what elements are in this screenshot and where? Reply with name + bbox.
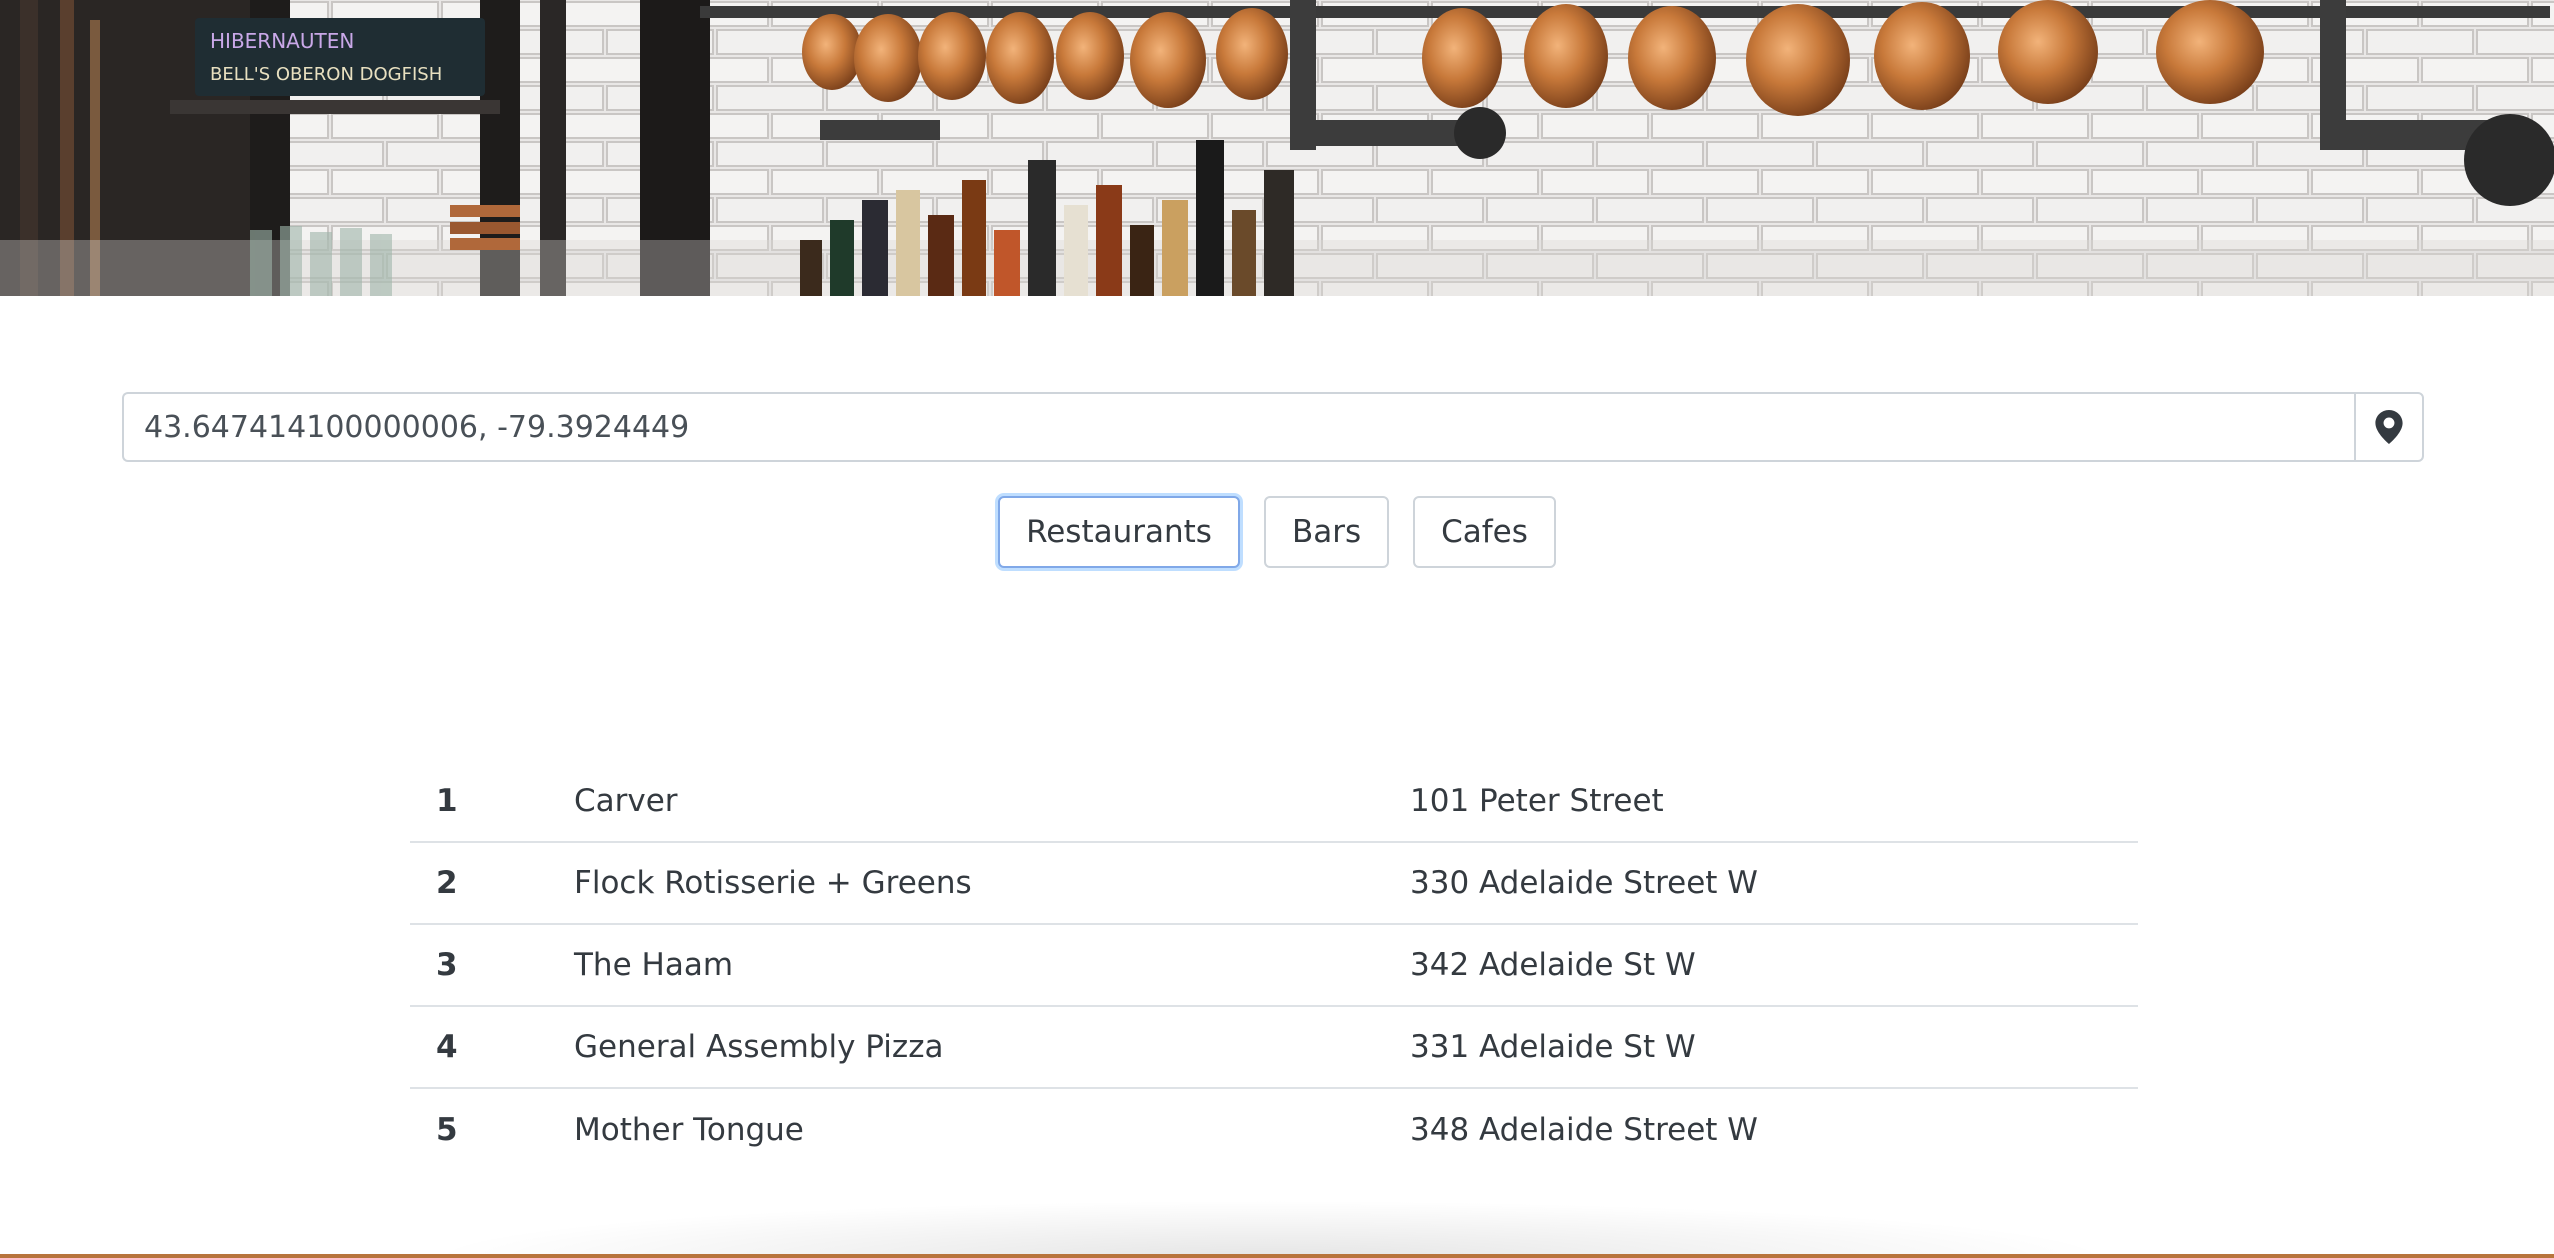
filter-bars-button[interactable]: Bars (1263, 496, 1390, 568)
result-name: Mother Tongue (548, 1087, 1384, 1170)
result-name: The Haam (548, 923, 1384, 1006)
card-shadow (420, 1200, 2120, 1258)
result-address: 348 Adelaide Street W (1384, 1087, 2138, 1170)
results-table: 1 Carver 101 Peter Street 2 Flock Rotiss… (410, 760, 2138, 1170)
result-address: 342 Adelaide St W (1384, 923, 2138, 1006)
result-name: Flock Rotisserie + Greens (548, 841, 1384, 924)
category-filter-group: Restaurants Bars Cafes (0, 496, 2554, 568)
result-rank: 2 (410, 841, 548, 924)
result-name: Carver (574, 782, 678, 819)
svg-text:HIBERNAUTEN: HIBERNAUTEN (210, 29, 354, 53)
table-row[interactable]: 3 The Haam 342 Adelaide St W (410, 923, 2138, 1006)
table-row[interactable]: 1 Carver 101 Peter Street (410, 760, 2138, 842)
result-rank: 5 (410, 1087, 548, 1170)
bottom-border (0, 1254, 2554, 1258)
result-address: 101 Peter Street (1410, 782, 1664, 819)
result-rank: 1 (436, 782, 458, 819)
table-row[interactable]: 2 Flock Rotisserie + Greens 330 Adelaide… (410, 841, 2138, 924)
table-row[interactable]: 5 Mother Tongue 348 Adelaide Street W (410, 1087, 2138, 1170)
map-marker-icon (2375, 410, 2403, 444)
locate-button[interactable] (2354, 392, 2424, 462)
table-row[interactable]: 4 General Assembly Pizza 331 Adelaide St… (410, 1005, 2138, 1088)
svg-text:BELL'S OBERON DOGFISH: BELL'S OBERON DOGFISH (210, 64, 442, 85)
location-search-input[interactable] (122, 392, 2354, 462)
result-name: General Assembly Pizza (548, 1005, 1384, 1088)
hero-banner-image: HIBERNAUTEN BELL'S OBERON DOGFISH (0, 0, 2554, 296)
location-search-group (122, 392, 2424, 462)
result-rank: 3 (410, 923, 548, 1006)
result-rank: 4 (410, 1005, 548, 1088)
filter-cafes-button[interactable]: Cafes (1413, 496, 1556, 568)
result-address: 330 Adelaide Street W (1384, 841, 2138, 924)
result-address: 331 Adelaide St W (1384, 1005, 2138, 1088)
filter-restaurants-button[interactable]: Restaurants (998, 496, 1240, 568)
